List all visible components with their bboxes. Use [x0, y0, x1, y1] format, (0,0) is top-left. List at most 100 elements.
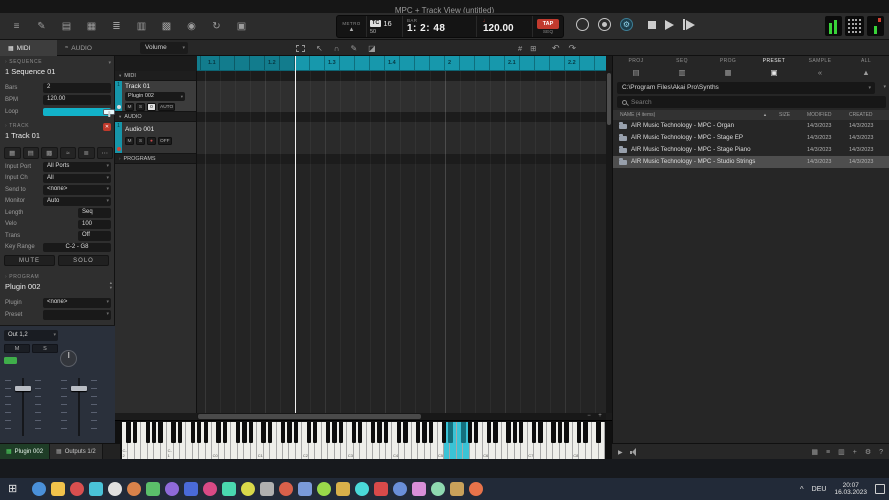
taskbar-app-icon[interactable] — [317, 482, 331, 496]
taskbar-app-icon[interactable] — [51, 482, 65, 496]
marquee-select-tool-icon[interactable] — [296, 44, 305, 52]
audition-play-icon[interactable]: ▶ — [618, 449, 623, 456]
browser-filter-sample[interactable]: SAMPLE — [797, 56, 843, 65]
piano-black-key[interactable] — [383, 422, 389, 443]
arrangement-grid[interactable] — [197, 71, 606, 413]
playhead[interactable] — [295, 56, 296, 413]
track-header-midi-1[interactable]: 1 Track 01 Plugin 002 ▾ M S 0 AUTO — [115, 81, 196, 112]
places-disk-icon[interactable]: ▥ — [659, 65, 705, 80]
taskbar-app-icon[interactable] — [469, 482, 483, 496]
loop-toggle[interactable] — [43, 107, 115, 116]
piano-black-key[interactable] — [551, 422, 556, 443]
help-icon[interactable]: ? — [879, 449, 883, 456]
browser-filter-preset[interactable]: PRESET — [751, 56, 797, 65]
column-modified[interactable]: MODIFIED — [807, 112, 831, 118]
browser-filter-seq[interactable]: SEQ — [659, 56, 705, 65]
sequence-name[interactable]: 1 Sequence 01 — [0, 65, 115, 76]
taskbar-app-icon[interactable] — [298, 482, 312, 496]
piano-black-key[interactable] — [293, 422, 299, 443]
track-record-arm-button[interactable]: ● — [147, 137, 156, 145]
taskbar-app-icon[interactable] — [412, 482, 426, 496]
play-button[interactable] — [665, 19, 674, 30]
pencil-tool-icon[interactable]: ✎ — [350, 44, 357, 53]
taskbar-app-icon[interactable] — [279, 482, 293, 496]
grid-audio-lane[interactable] — [197, 122, 606, 154]
settings-icon[interactable]: ⚙ — [865, 448, 871, 456]
track-grid-icon[interactable]: ▦ — [4, 147, 21, 159]
track-solo-button[interactable]: SOLO — [58, 255, 109, 266]
browser-row[interactable]: AIR Music Technology - MPC - Stage Piano… — [613, 144, 889, 156]
piano-black-key[interactable] — [506, 422, 511, 443]
horizontal-scrollbar[interactable]: − + — [197, 413, 606, 420]
tempo-display[interactable]: ♩ 120.00 — [477, 16, 533, 37]
piano-black-key[interactable] — [242, 422, 247, 443]
stop-button[interactable] — [648, 20, 656, 29]
quantize-icon[interactable]: ⊞ — [530, 44, 536, 53]
track-name[interactable]: 1 Track 01 — [0, 129, 115, 140]
tab-audio[interactable]: ≈ AUDIO — [57, 40, 114, 56]
scrollbar-thumb[interactable] — [198, 414, 421, 419]
taskbar-app-icon[interactable] — [393, 482, 407, 496]
piano-black-key[interactable] — [351, 422, 357, 443]
param-value[interactable]: ▾ — [43, 310, 111, 320]
piano-black-key[interactable] — [158, 422, 163, 443]
eraser-tool-icon[interactable]: ◪ — [368, 44, 376, 53]
taskbar-app-icon[interactable] — [222, 482, 236, 496]
piano-black-key[interactable] — [377, 422, 382, 443]
browser-row[interactable]: AIR Music Technology - MPC - Organ 14/3/2… — [613, 120, 889, 132]
track-solo-button[interactable]: S — [136, 137, 145, 145]
timeline-ruler[interactable]: 1.1 1.2 1.3 1.4 2 2.1 2.2 — [197, 56, 606, 71]
column-name[interactable]: NAME (4 items) — [620, 112, 655, 118]
places-documents-icon[interactable]: ▤ — [613, 65, 659, 80]
pencil-edit-icon[interactable]: ✎ — [29, 13, 54, 40]
taskbar-app-icon[interactable] — [374, 482, 388, 496]
piano-black-key[interactable] — [280, 422, 286, 443]
browser-row[interactable]: AIR Music Technology - MPC - Studio Stri… — [613, 156, 889, 168]
piano-black-key[interactable] — [403, 422, 408, 443]
taskbar-app-icon[interactable] — [203, 482, 217, 496]
piano-black-key[interactable] — [216, 422, 221, 443]
piano-black-key[interactable] — [222, 422, 228, 443]
param-value[interactable]: Off — [78, 231, 111, 241]
taskbar-app-icon[interactable] — [32, 482, 46, 496]
tray-expand-icon[interactable]: ^ — [800, 485, 804, 494]
piano-black-key[interactable] — [248, 422, 253, 443]
redo-icon[interactable]: ↷ — [569, 43, 577, 54]
param-value[interactable]: <none> ▾ — [43, 185, 111, 195]
automation-parameter-select[interactable]: Volume ▾ — [140, 42, 188, 54]
grid-snap-icon[interactable]: # — [518, 44, 522, 53]
column-created[interactable]: CREATED — [849, 112, 873, 118]
taskbar-app-icon[interactable] — [70, 482, 84, 496]
transport-settings-button[interactable]: ⚙ — [620, 18, 633, 31]
browser-filter-proj[interactable]: PROJ — [613, 56, 659, 65]
piano-black-key[interactable] — [126, 422, 131, 443]
taskbar-app-icon[interactable] — [184, 482, 198, 496]
piano-black-key[interactable] — [332, 422, 337, 443]
level-fader[interactable] — [3, 378, 43, 436]
magnet-snap-tool-icon[interactable]: ∩ — [334, 44, 340, 53]
start-button[interactable]: ⊞ — [8, 478, 17, 500]
record-arm-icon[interactable] — [116, 147, 121, 151]
param-value[interactable]: 100 — [78, 219, 111, 229]
piano-black-key[interactable] — [325, 422, 331, 443]
audition-volume-icon[interactable] — [629, 448, 638, 456]
piano-black-key[interactable] — [370, 422, 376, 443]
group-programs[interactable]: › PROGRAMS — [115, 154, 196, 164]
pad-mixer-icon[interactable]: ▩ — [154, 13, 179, 40]
program-stepper[interactable]: ▴ ▾ — [110, 280, 112, 290]
piano-black-key[interactable] — [197, 422, 202, 443]
eject-icon[interactable]: ▲ — [843, 65, 889, 80]
add-icon[interactable]: + — [853, 449, 857, 456]
zoom-out-button[interactable]: − — [584, 413, 594, 420]
browser-filter-prog[interactable]: PROG — [705, 56, 751, 65]
track-header-audio-1[interactable]: 1 Audio 001 M S ● OFF — [115, 122, 196, 154]
piano-black-key[interactable] — [287, 422, 292, 443]
overdub-button[interactable] — [598, 18, 611, 31]
track-name[interactable]: Audio 001 — [125, 126, 194, 133]
piano-black-key[interactable] — [267, 422, 273, 443]
track-mute-button[interactable]: M — [125, 137, 134, 145]
piano-black-key[interactable] — [486, 422, 492, 443]
time-correct-control[interactable]: TC 16 50 — [367, 16, 403, 37]
mixer-view-icon[interactable]: ≣ — [104, 13, 129, 40]
zoom-in-button[interactable]: + — [595, 413, 605, 420]
